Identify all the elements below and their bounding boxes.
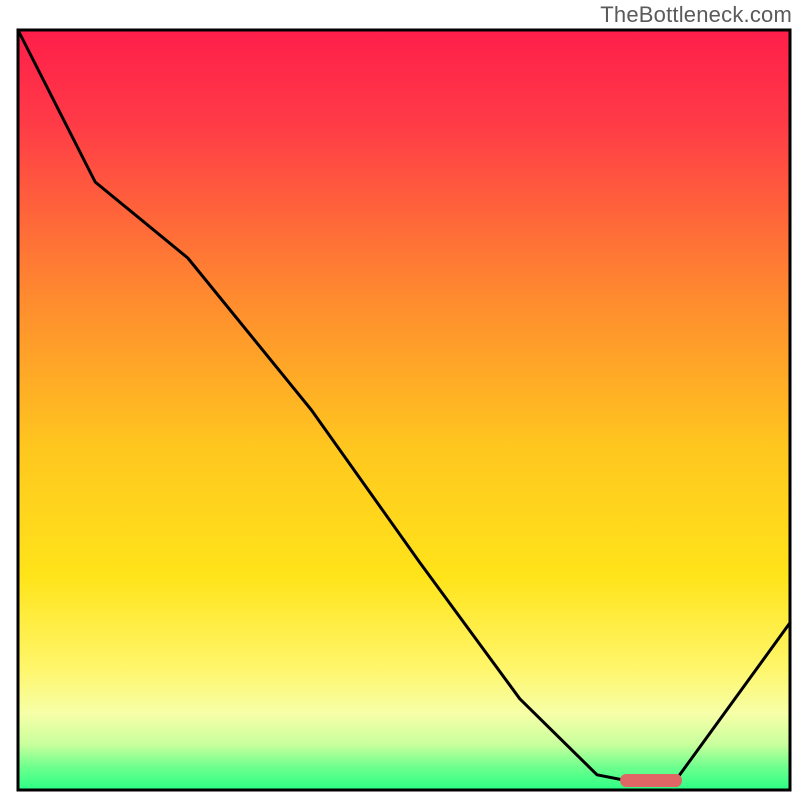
plot-area [18,30,790,790]
chart-svg [0,0,800,800]
watermark-label: TheBottleneck.com [600,2,792,28]
optimal-marker [620,774,682,787]
gradient-background [18,30,790,790]
chart-container: TheBottleneck.com [0,0,800,800]
